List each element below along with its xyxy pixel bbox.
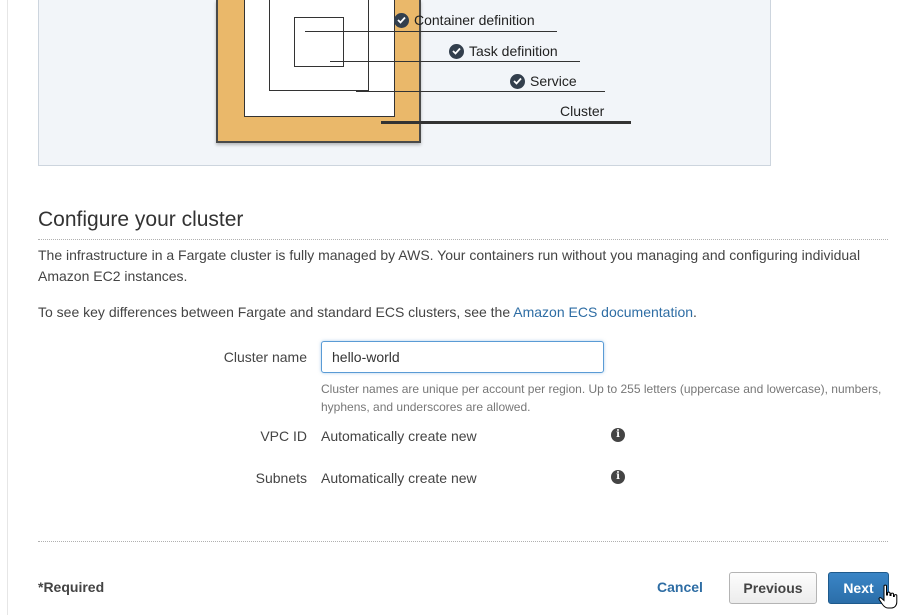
differences-text: To see key differences between Fargate a… bbox=[38, 304, 514, 320]
section-title: Configure your cluster bbox=[38, 208, 244, 231]
cluster-name-help: Cluster names are unique per account per… bbox=[321, 382, 882, 414]
required-note: *Required bbox=[38, 579, 105, 595]
subnets-value: Automatically create new bbox=[321, 470, 477, 486]
diagram-container-box bbox=[294, 17, 344, 67]
diagram-label-container-text: Container definition bbox=[414, 12, 535, 28]
service-leader-line bbox=[356, 91, 605, 92]
check-circle-icon bbox=[449, 43, 464, 59]
diagram-label-container: Container definition bbox=[394, 12, 535, 28]
cluster-leader-line bbox=[381, 121, 631, 124]
left-border bbox=[7, 0, 8, 615]
previous-button[interactable]: Previous bbox=[729, 572, 817, 604]
cluster-name-label: Cluster name bbox=[223, 349, 307, 365]
vpc-id-label: VPC ID bbox=[260, 428, 307, 444]
info-icon[interactable]: i bbox=[611, 470, 625, 484]
differences-suffix: . bbox=[693, 304, 697, 320]
diagram-label-task-text: Task definition bbox=[469, 43, 558, 59]
ecs-documentation-link[interactable]: Amazon ECS documentation bbox=[513, 304, 693, 320]
vpc-id-value: Automatically create new bbox=[321, 428, 477, 444]
diagram-label-task: Task definition bbox=[449, 43, 558, 59]
cluster-diagram-panel: Container definition Task definition Ser… bbox=[38, 0, 771, 166]
subnets-label: Subnets bbox=[255, 470, 307, 486]
cancel-button[interactable]: Cancel bbox=[648, 572, 712, 604]
info-icon[interactable]: i bbox=[611, 428, 625, 442]
diagram-label-cluster-text: Cluster bbox=[560, 103, 605, 119]
section-divider bbox=[38, 239, 888, 240]
footer-divider bbox=[38, 541, 888, 542]
diagram-label-service-text: Service bbox=[530, 73, 577, 89]
container-leader-line bbox=[305, 31, 557, 32]
diagram-label-service: Service bbox=[510, 73, 577, 89]
hand-pointer-icon bbox=[878, 584, 898, 609]
check-circle-icon bbox=[510, 73, 525, 89]
task-leader-line bbox=[330, 61, 580, 62]
cluster-name-input[interactable] bbox=[321, 341, 604, 373]
intro-paragraph: The infrastructure in a Fargate cluster … bbox=[38, 247, 861, 284]
differences-paragraph: To see key differences between Fargate a… bbox=[38, 302, 888, 323]
check-circle-icon bbox=[394, 12, 409, 28]
diagram-label-cluster: Cluster bbox=[560, 103, 604, 119]
